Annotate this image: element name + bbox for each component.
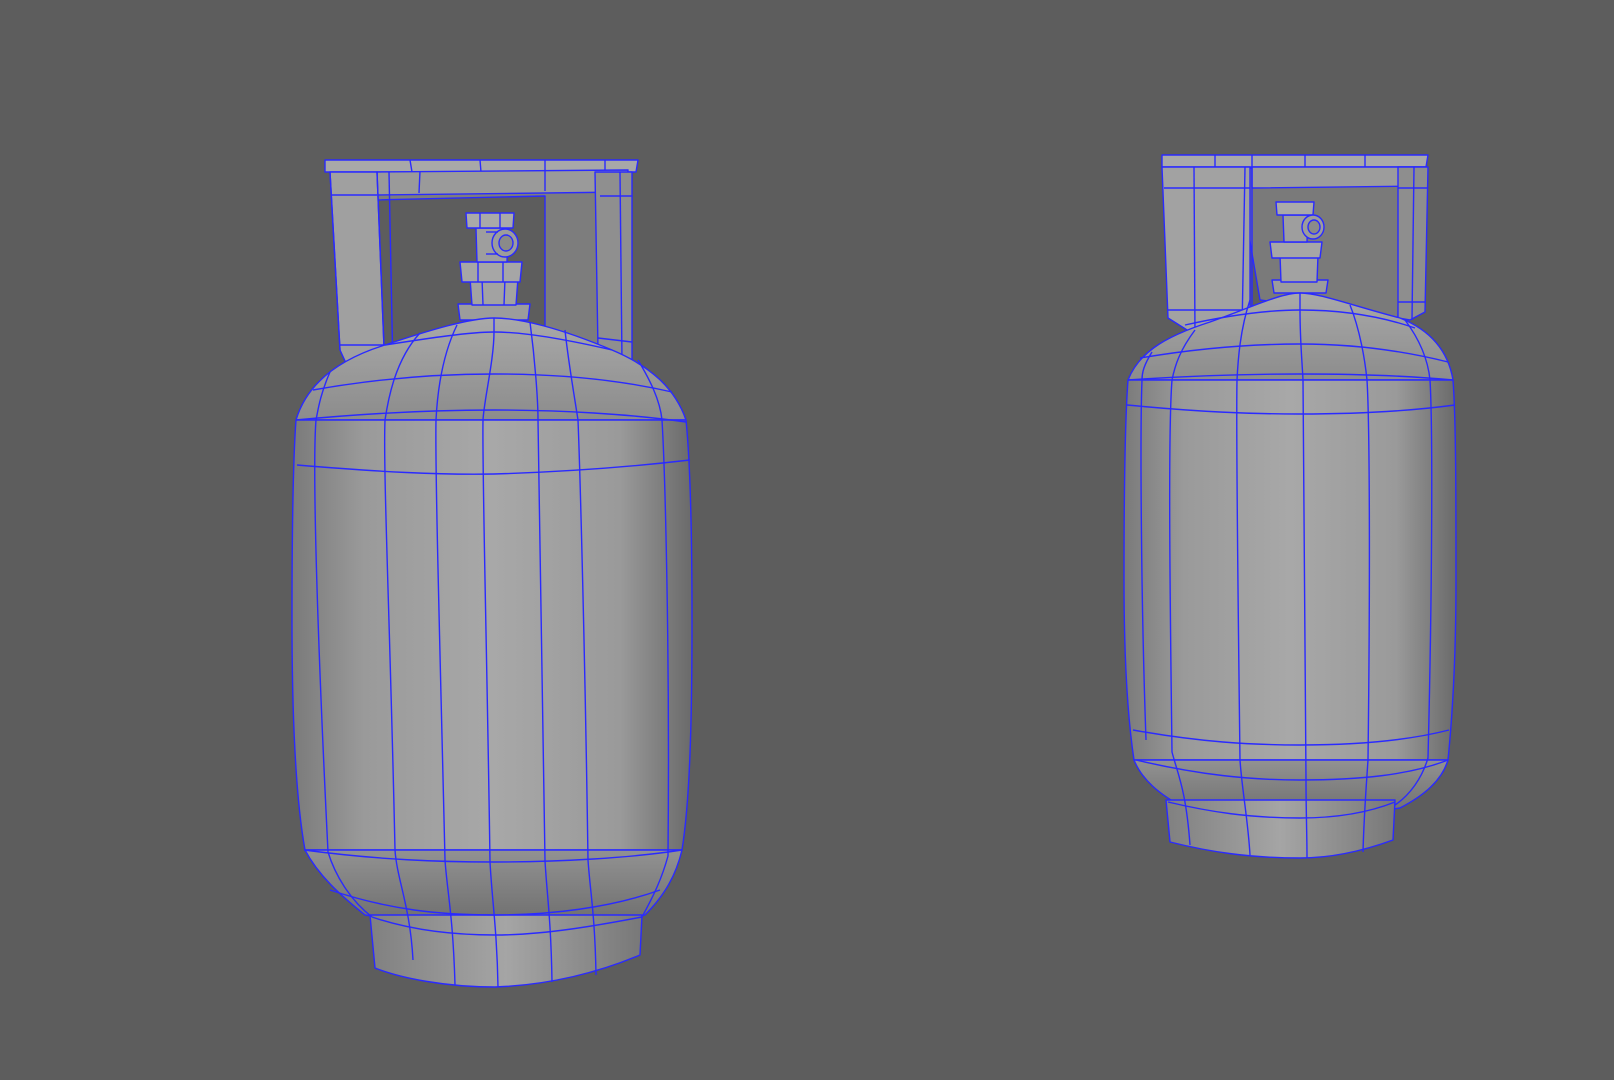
cylinder-foot-ring [369, 914, 643, 988]
cylinder-valve [457, 212, 531, 321]
viewport-scene [291, 154, 1457, 988]
3d-viewport[interactable] [0, 0, 1614, 1080]
gas-cylinder-left[interactable] [291, 159, 693, 988]
cylinder-body [291, 419, 693, 851]
gas-cylinder-right[interactable] [1123, 154, 1457, 859]
cylinder-body [1123, 379, 1457, 761]
